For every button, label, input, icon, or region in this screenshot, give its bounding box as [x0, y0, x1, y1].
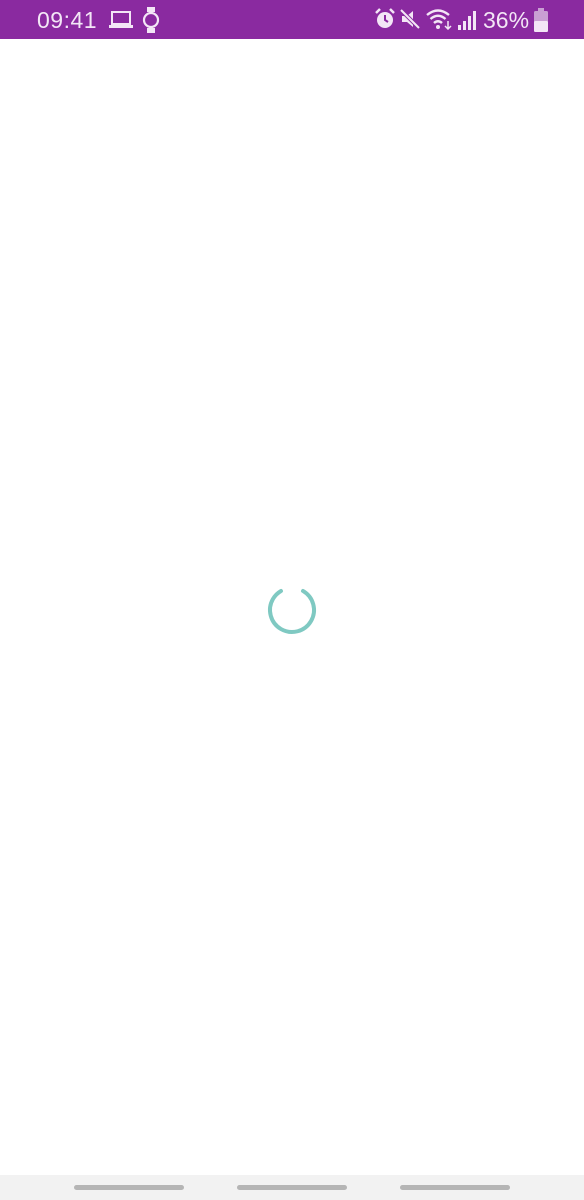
wifi-icon [426, 8, 454, 30]
battery-icon [534, 8, 548, 32]
mute-icon [399, 8, 421, 30]
loading-spinner [266, 584, 318, 636]
signal-icon [458, 10, 476, 30]
alarm-icon [374, 8, 396, 30]
nav-handle-right[interactable] [400, 1185, 510, 1190]
battery-percent: 36% [483, 7, 530, 33]
navigation-bar [0, 1175, 584, 1200]
nav-handle-left[interactable] [74, 1185, 184, 1190]
status-time: 09:41 [37, 7, 98, 33]
nav-handle-center[interactable] [237, 1185, 347, 1190]
watch-icon [142, 7, 160, 33]
status-bar: 09:41 36% [0, 0, 584, 39]
spinner-icon [268, 586, 316, 634]
laptop-icon [109, 10, 133, 30]
